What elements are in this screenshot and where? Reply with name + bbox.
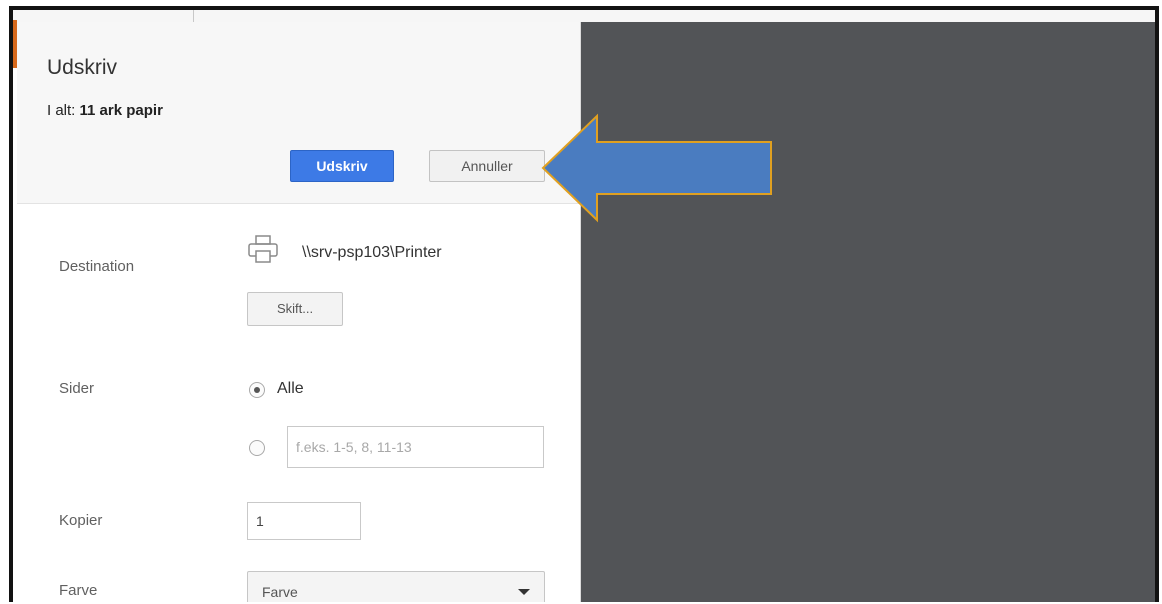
left-arrow-icon	[541, 113, 772, 223]
printer-name: \\srv-psp103\Printer	[302, 244, 442, 261]
cancel-button[interactable]: Annuller	[429, 150, 545, 182]
pages-range-radio[interactable]	[249, 440, 265, 456]
color-select[interactable]: Farve	[247, 571, 545, 602]
copies-input[interactable]	[247, 502, 361, 540]
tab-divider	[193, 10, 194, 22]
print-button[interactable]: Udskriv	[290, 150, 394, 182]
color-select-value: Farve	[262, 584, 298, 600]
sheet-summary: I alt: 11 ark papir	[47, 102, 163, 119]
print-header: Udskriv I alt: 11 ark papir Udskriv Annu…	[17, 22, 580, 204]
summary-prefix: I alt:	[47, 102, 76, 119]
sheet-count: 11 ark papir	[79, 102, 163, 119]
print-preview-area	[581, 22, 1155, 602]
color-label: Farve	[59, 582, 98, 599]
pages-all-label: Alle	[277, 380, 304, 397]
window-top-strip	[13, 10, 1155, 22]
pages-all-radio[interactable]	[249, 382, 265, 398]
change-destination-button[interactable]: Skift...	[247, 292, 343, 326]
copies-label: Kopier	[59, 512, 103, 529]
pages-label: Sider	[59, 380, 95, 397]
printer-icon	[248, 235, 278, 263]
print-settings-panel: Udskriv I alt: 11 ark papir Udskriv Annu…	[17, 22, 581, 602]
page-range-input[interactable]	[287, 426, 544, 468]
destination-label: Destination	[59, 258, 135, 275]
chevron-down-icon	[518, 589, 530, 595]
dialog-title: Udskriv	[47, 56, 118, 79]
print-window: Udskriv I alt: 11 ark papir Udskriv Annu…	[9, 6, 1159, 602]
